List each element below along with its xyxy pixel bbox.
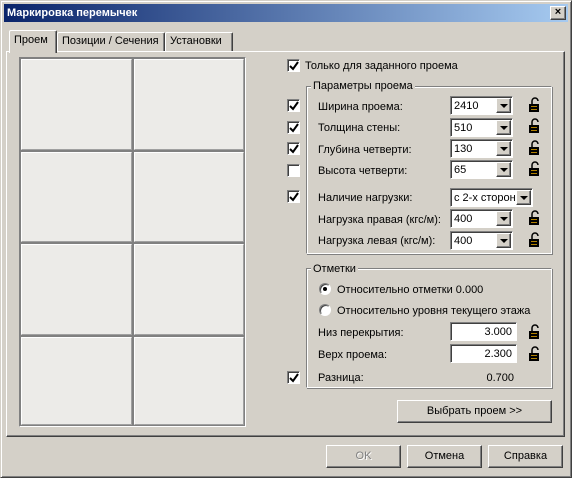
cancel-button[interactable]: Отмена xyxy=(407,445,482,468)
wall-thickness-checkbox[interactable] xyxy=(287,121,300,134)
opening-top-label: Верх проема: xyxy=(318,349,388,361)
lock-icon[interactable] xyxy=(527,118,543,134)
only-opening-label: Только для заданного проема xyxy=(305,60,458,72)
lock-icon[interactable] xyxy=(527,161,543,177)
wall-thickness-label: Толщина стены: xyxy=(318,122,401,134)
chevron-down-icon[interactable] xyxy=(496,211,511,226)
relative-floor-label: Относительно уровня текущего этажа xyxy=(337,305,531,317)
difference-value: 0.700 xyxy=(486,372,514,384)
width-label: Ширина проема: xyxy=(318,101,403,113)
ok-button[interactable]: OK xyxy=(326,445,401,468)
checkmark-icon xyxy=(289,144,299,154)
lock-icon[interactable] xyxy=(527,210,543,226)
lock-icon[interactable] xyxy=(527,346,543,362)
load-right-label: Нагрузка правая (кгс/м): xyxy=(318,214,441,226)
quarter-height-value: 65 xyxy=(454,164,467,176)
quarter-depth-combo[interactable]: 130 xyxy=(450,139,513,158)
relative-mark-label: Относительно отметки 0.000 xyxy=(337,284,484,296)
lock-icon[interactable] xyxy=(527,324,543,340)
checkmark-icon xyxy=(289,61,299,71)
load-label: Наличие нагрузки: xyxy=(318,192,413,204)
width-checkbox[interactable] xyxy=(287,99,300,112)
width-value: 2410 xyxy=(454,100,479,112)
checkmark-icon xyxy=(289,373,299,383)
relative-floor-radio[interactable] xyxy=(319,304,331,316)
chevron-down-icon[interactable] xyxy=(516,190,531,205)
quarter-depth-value: 130 xyxy=(454,143,473,155)
floor-bottom-input[interactable]: 3.000 xyxy=(450,322,517,341)
lock-icon[interactable] xyxy=(527,232,543,248)
select-opening-button[interactable]: Выбрать проем >> xyxy=(397,400,552,423)
opening-top-value: 2.300 xyxy=(484,348,512,360)
only-opening-checkbox[interactable] xyxy=(287,59,300,72)
load-right-combo[interactable]: 400 xyxy=(450,209,513,228)
floor-bottom-value: 3.000 xyxy=(484,326,512,338)
chevron-down-icon[interactable] xyxy=(496,141,511,156)
load-left-combo[interactable]: 400 xyxy=(450,231,513,250)
chevron-down-icon[interactable] xyxy=(496,233,511,248)
load-checkbox[interactable] xyxy=(287,190,300,203)
relative-mark-radio[interactable] xyxy=(319,283,331,295)
wall-thickness-combo[interactable]: 510 xyxy=(450,118,513,137)
chevron-down-icon[interactable] xyxy=(496,98,511,113)
difference-checkbox[interactable] xyxy=(287,371,300,384)
quarter-height-label: Высота четверти: xyxy=(318,165,408,177)
load-right-value: 400 xyxy=(454,213,473,225)
checkmark-icon xyxy=(289,192,299,202)
help-button[interactable]: Справка xyxy=(488,445,563,468)
marks-group-title: Отметки xyxy=(311,263,358,275)
lock-icon[interactable] xyxy=(527,140,543,156)
lock-icon[interactable] xyxy=(527,97,543,113)
checkmark-icon xyxy=(289,101,299,111)
checkmark-icon xyxy=(289,123,299,133)
load-value: с 2-х сторон xyxy=(454,192,516,204)
quarter-depth-checkbox[interactable] xyxy=(287,142,300,155)
chevron-down-icon[interactable] xyxy=(496,120,511,135)
quarter-height-checkbox[interactable] xyxy=(287,164,300,177)
chevron-down-icon[interactable] xyxy=(496,162,511,177)
load-left-value: 400 xyxy=(454,235,473,247)
difference-label: Разница: xyxy=(318,372,364,384)
quarter-depth-label: Глубина четверти: xyxy=(318,144,412,156)
wall-thickness-value: 510 xyxy=(454,122,473,134)
load-left-label: Нагрузка левая (кгс/м): xyxy=(318,235,436,247)
quarter-height-combo[interactable]: 65 xyxy=(450,160,513,179)
load-combo[interactable]: с 2-х сторон xyxy=(450,188,533,207)
floor-bottom-label: Низ перекрытия: xyxy=(318,327,404,339)
opening-top-input[interactable]: 2.300 xyxy=(450,344,517,363)
params-group-title: Параметры проема xyxy=(311,80,415,92)
width-combo[interactable]: 2410 xyxy=(450,96,513,115)
